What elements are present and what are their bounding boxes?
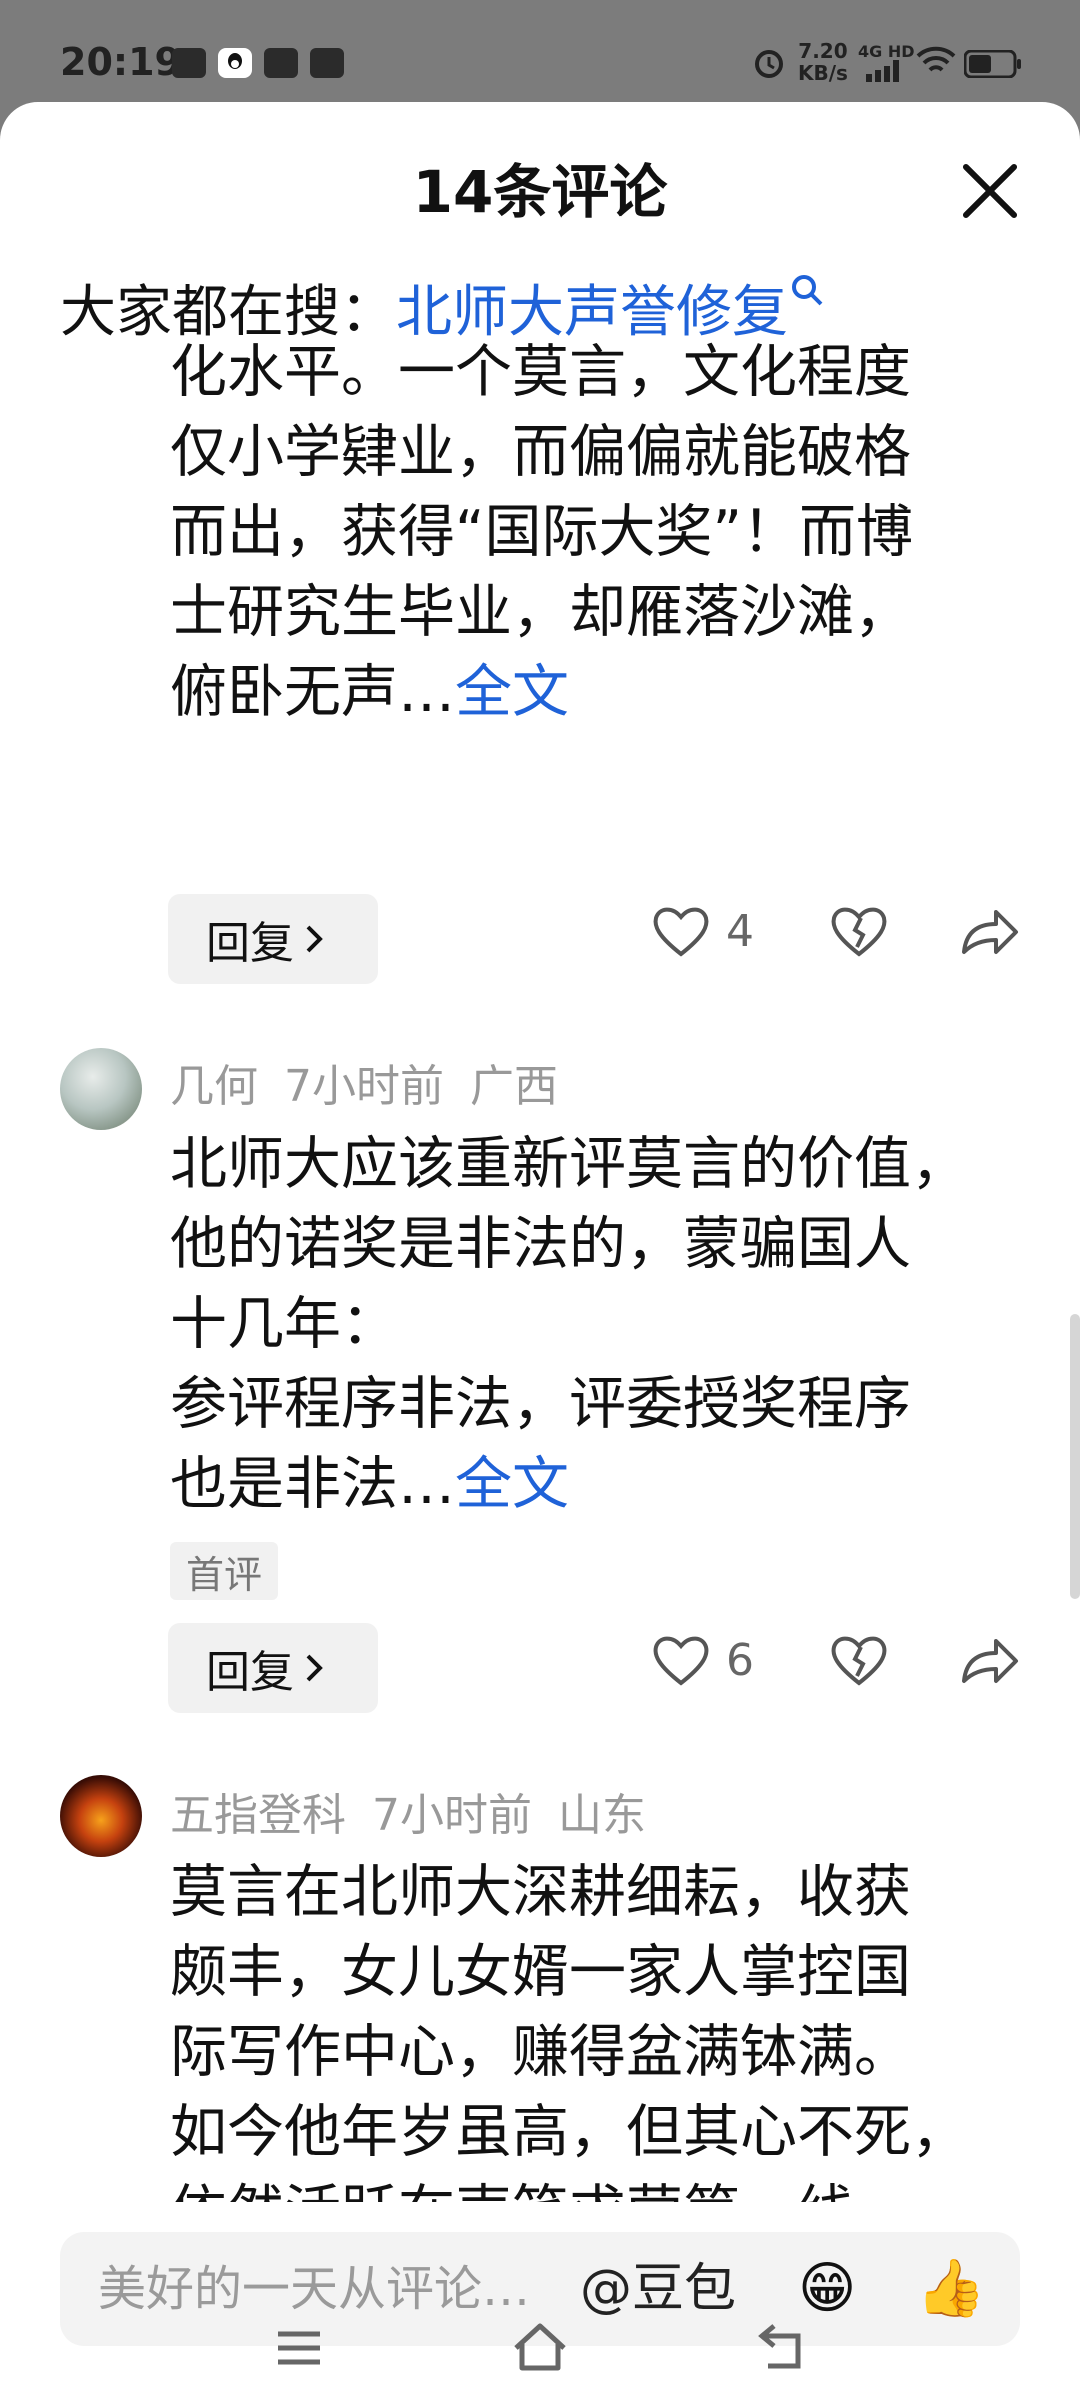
heart-icon: [653, 1636, 709, 1686]
battery-icon: [964, 50, 1021, 78]
signal-icon: [866, 60, 899, 82]
broken-heart-icon: [831, 1636, 887, 1686]
reply-button[interactable]: 回复: [168, 1623, 378, 1713]
search-icon[interactable]: [788, 271, 826, 309]
net-type: 4G HD: [858, 42, 915, 61]
like-button[interactable]: 4: [652, 904, 754, 958]
avatar[interactable]: [60, 1775, 142, 1857]
sheet-header: 14条评论: [0, 142, 1080, 242]
chevron-right-icon: [306, 1654, 323, 1682]
broken-heart-icon: [831, 907, 887, 957]
like-count: 4: [726, 905, 754, 957]
comment-text: 北师大应该重新评莫言的价值， 他的诺奖是非法的，蒙骗国人 十几年： 参评程序非法…: [170, 1131, 968, 1517]
heart-icon: [653, 907, 709, 957]
share-icon: [962, 910, 1018, 954]
status-bar: 20:19 7.20 KB/s 4G HD: [0, 0, 1080, 110]
scrollbar[interactable]: [1070, 1314, 1080, 1599]
back-icon[interactable]: [754, 2322, 806, 2370]
share-button[interactable]: [958, 1633, 1020, 1687]
alarm-icon: [755, 50, 783, 78]
comment-time: 7小时前: [284, 1061, 444, 1112]
dislike-button[interactable]: [830, 1633, 888, 1687]
comment-text: 化水平。一个莫言，文化程度 仅小学肄业，而偏偏就能破格 而出，获得“国际大奖”！…: [170, 339, 914, 725]
navigation-bar: [0, 2290, 1080, 2408]
qq-icon: [218, 48, 252, 78]
comment-sheet: 14条评论 大家都在搜：北师大声誉修复 化水平。一个莫言，文化程度 仅小学肄业，…: [0, 102, 1080, 2408]
message-icon: [310, 48, 344, 78]
share-icon: [962, 1639, 1018, 1683]
vivo-app-icon: [172, 48, 206, 78]
read-more-link[interactable]: 全文: [455, 1451, 569, 1517]
username[interactable]: 五指登科: [170, 1790, 346, 1841]
username[interactable]: 几何: [170, 1061, 258, 1112]
wifi-icon: [916, 46, 956, 72]
like-button[interactable]: 6: [652, 1633, 754, 1687]
comment-region: 广西: [470, 1061, 558, 1112]
toutiao-icon: [264, 48, 298, 78]
comment-time: 7小时前: [372, 1790, 532, 1841]
comment-meta: 几何 7小时前 广西: [170, 1050, 584, 1114]
comment-list[interactable]: 化水平。一个莫言，文化程度 仅小学肄业，而偏偏就能破格 而出，获得“国际大奖”！…: [0, 332, 1080, 2202]
chevron-right-icon: [306, 925, 323, 953]
reply-button[interactable]: 回复: [168, 894, 378, 984]
dislike-button[interactable]: [830, 904, 888, 958]
net-speed: 7.20 KB/s: [798, 39, 848, 85]
menu-icon[interactable]: [274, 2328, 324, 2368]
home-icon[interactable]: [510, 2320, 570, 2372]
comment-text: 莫言在北师大深耕细耘，收获 颇丰，女儿女婿一家人掌控国 际写作中心，赚得盆满钵满…: [170, 1859, 968, 2202]
first-comment-badge: 首评: [170, 1542, 278, 1600]
comment-meta: 五指登科 7小时前 山东: [170, 1779, 672, 1843]
like-count: 6: [726, 1634, 754, 1686]
read-more-link[interactable]: 全文: [455, 659, 569, 725]
page-title: 14条评论: [412, 158, 668, 226]
status-time: 20:19: [60, 40, 181, 84]
avatar[interactable]: [60, 1048, 142, 1130]
close-icon[interactable]: [958, 160, 1020, 222]
share-button[interactable]: [958, 904, 1020, 958]
comment-region: 山东: [558, 1790, 646, 1841]
